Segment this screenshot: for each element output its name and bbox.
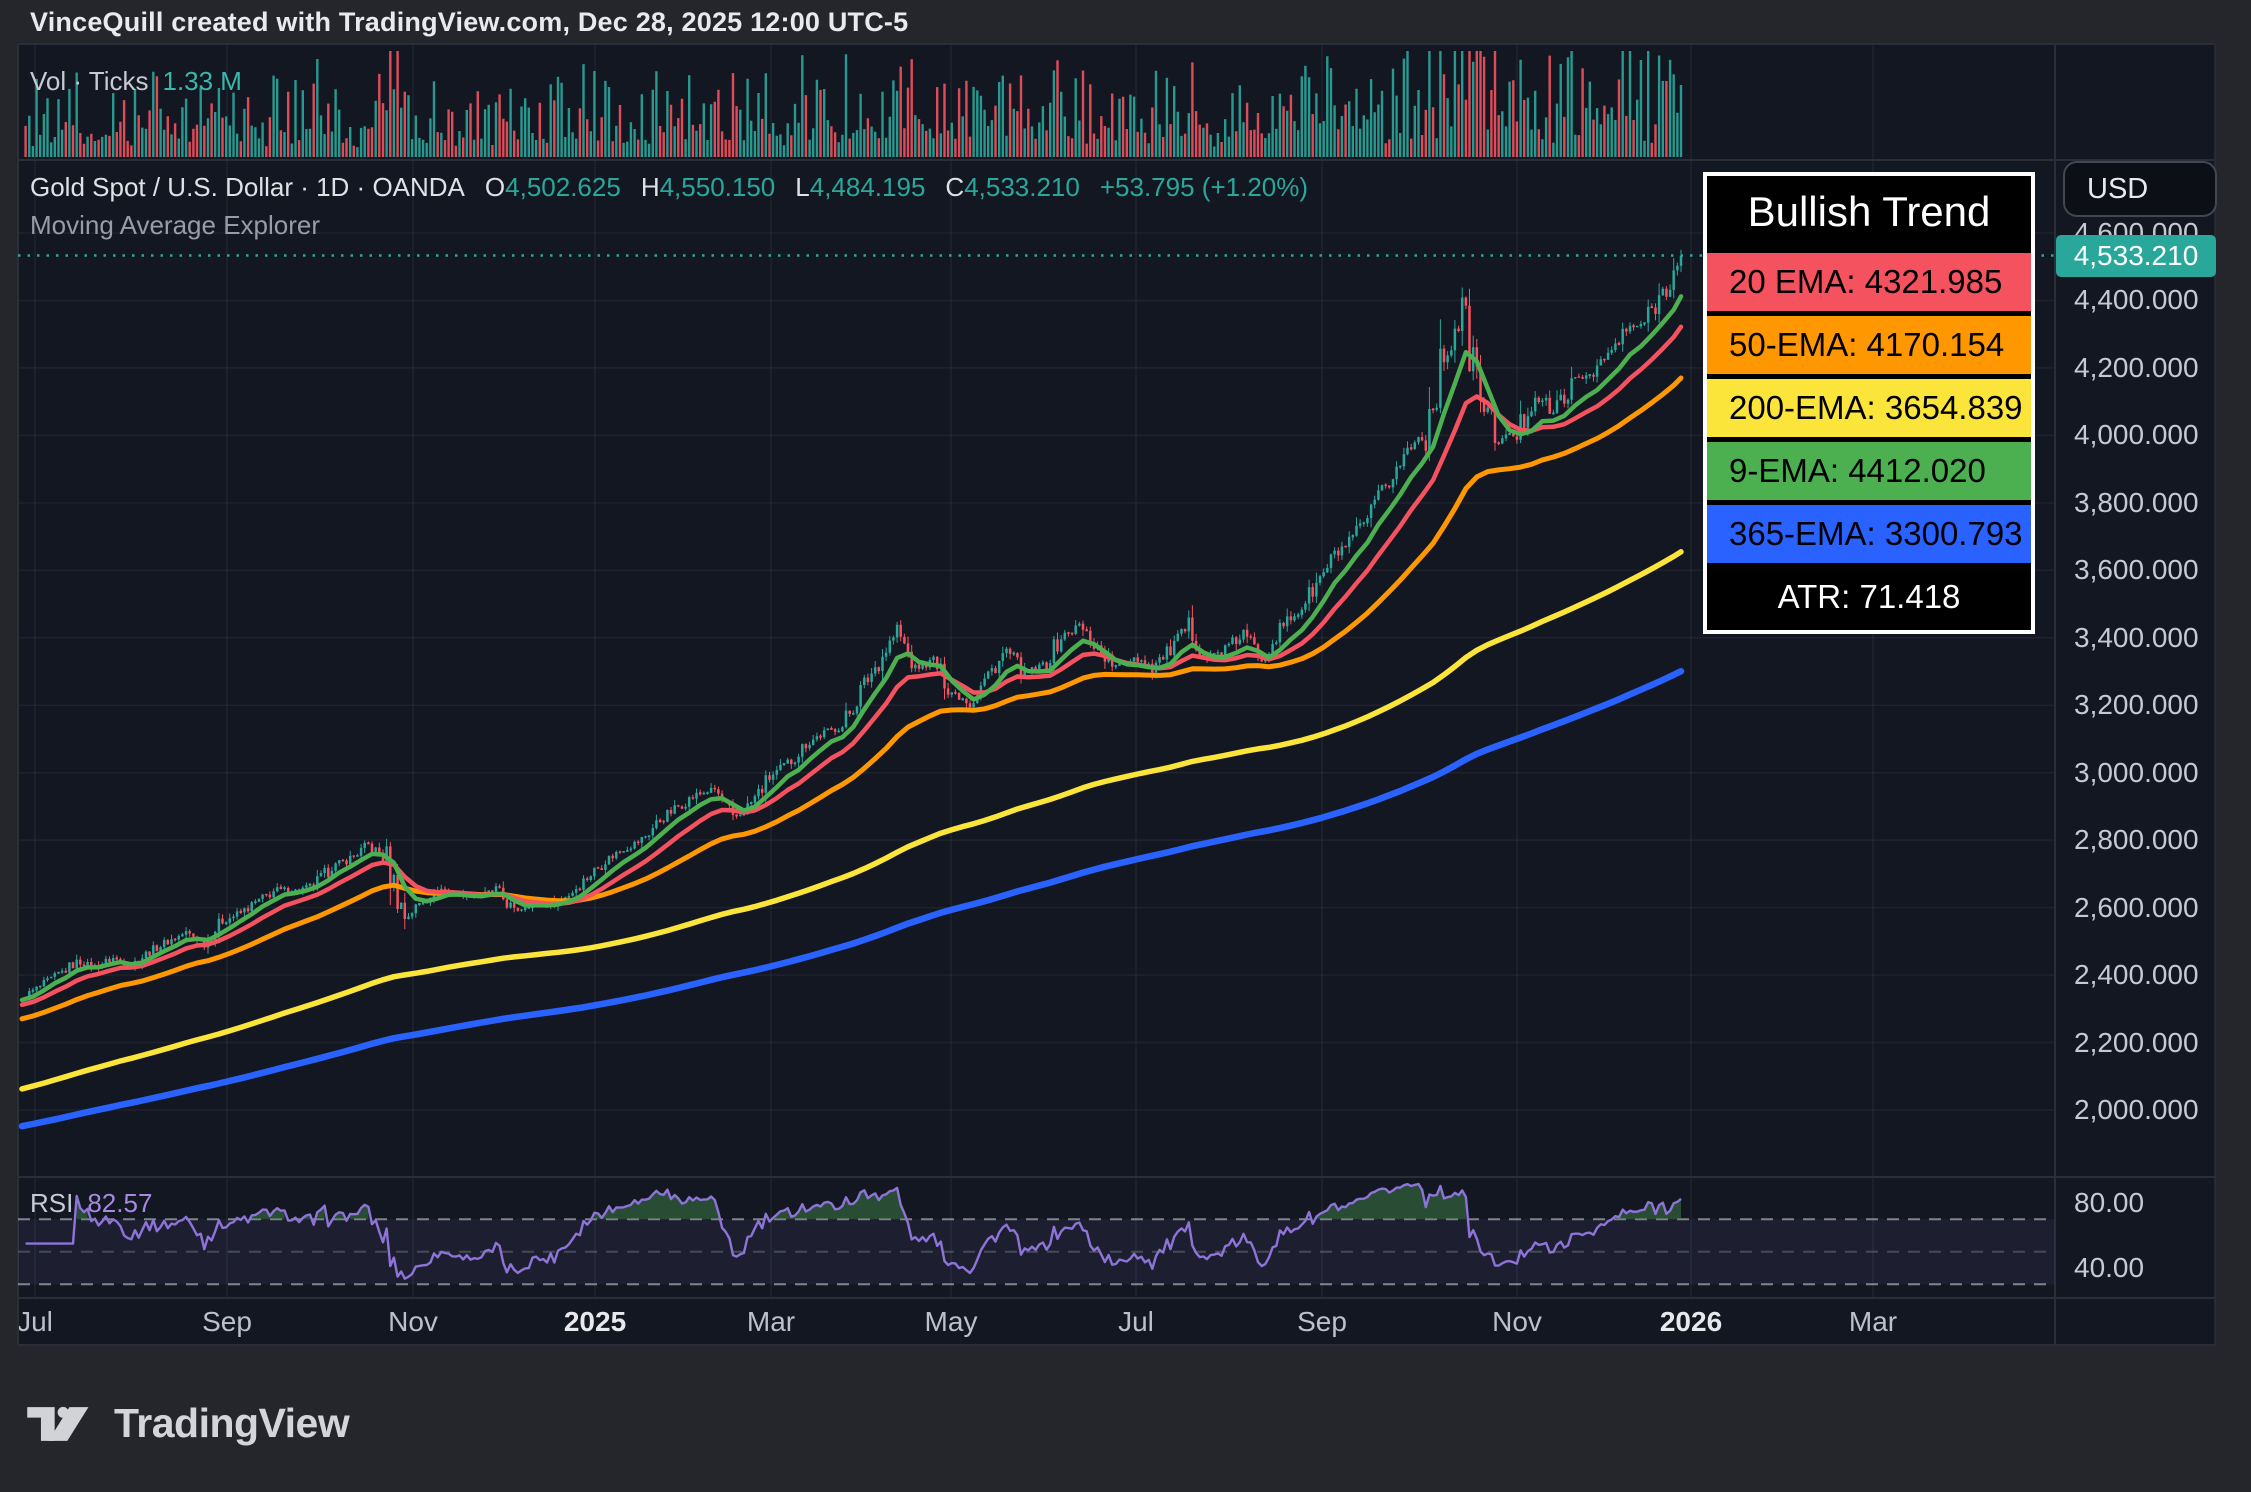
volume-label: Vol · Ticks — [30, 66, 148, 96]
open-label: O — [485, 172, 505, 202]
rsi-label: RSI — [30, 1188, 73, 1218]
close-label: C — [945, 172, 964, 202]
legend-row-9ema: 9-EMA: 4412.020 — [1707, 442, 2031, 500]
legend-row-365ema: 365-EMA: 3300.793 — [1707, 505, 2031, 563]
trend-title: Bullish Trend — [1707, 176, 2031, 248]
indicator-label: Moving Average Explorer — [30, 210, 320, 241]
currency-button[interactable]: USD — [2063, 161, 2217, 217]
low-label: L — [795, 172, 809, 202]
open-value: 4,502.625 — [505, 172, 621, 202]
last-price-label: 4,533.210 — [2056, 235, 2216, 277]
volume-value: 1.33 M — [162, 66, 242, 96]
legend-row-50ema: 50-EMA: 4170.154 — [1707, 316, 2031, 374]
tradingview-chart-page: VinceQuill created with TradingView.com,… — [0, 0, 2251, 1492]
close-value: 4,533.210 — [964, 172, 1080, 202]
symbol-legend: Gold Spot / U.S. Dollar · 1D · OANDAO4,5… — [30, 172, 1308, 203]
footer: TradingView — [26, 1400, 349, 1447]
legend-row-200ema: 200-EMA: 3654.839 — [1707, 379, 2031, 437]
legend-row-atr: ATR: 71.418 — [1707, 568, 2031, 626]
rsi-legend: RSI 82.57 — [30, 1188, 152, 1219]
high-label: H — [641, 172, 660, 202]
rsi-value: 82.57 — [87, 1188, 152, 1218]
tradingview-logo-icon[interactable] — [26, 1405, 96, 1443]
symbol-name: Gold Spot / U.S. Dollar · 1D · OANDA — [30, 172, 465, 202]
high-value: 4,550.150 — [660, 172, 776, 202]
volume-legend: Vol · Ticks 1.33 M — [30, 66, 242, 97]
change-value: +53.795 (+1.20%) — [1100, 172, 1308, 202]
low-value: 4,484.195 — [810, 172, 926, 202]
page-title: VinceQuill created with TradingView.com,… — [30, 7, 908, 38]
legend-row-20ema: 20 EMA: 4321.985 — [1707, 253, 2031, 311]
brand-name: TradingView — [114, 1400, 349, 1447]
ma-explorer-panel: Bullish Trend 20 EMA: 4321.985 50-EMA: 4… — [1703, 172, 2035, 634]
